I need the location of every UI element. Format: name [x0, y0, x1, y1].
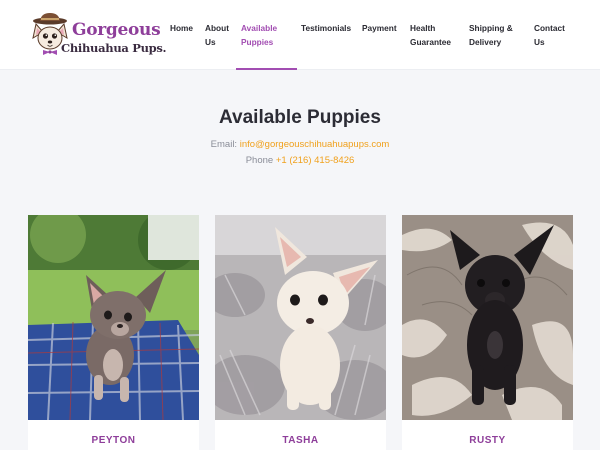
- puppy-photo-peyton[interactable]: [28, 215, 199, 420]
- phone-line: Phone +1 (216) 415-8426: [0, 155, 600, 166]
- puppy-photo-tasha[interactable]: [215, 215, 386, 420]
- nav-shipping-label-line2: Delivery: [469, 37, 502, 47]
- nav-about-us[interactable]: About Us: [205, 21, 229, 49]
- nav-contact-us[interactable]: Contact Us: [534, 21, 565, 49]
- nav-about-label-line2: Us: [205, 37, 216, 47]
- nav-home[interactable]: Home: [170, 21, 193, 35]
- nav-health-guarantee[interactable]: Health Guarantee: [410, 21, 451, 49]
- nav-contact-label-line1: Contact: [534, 23, 565, 33]
- nav-available-label-line1: Available: [241, 23, 278, 33]
- nav-available-puppies[interactable]: Available Puppies: [241, 21, 277, 49]
- nav-health-label-line2: Guarantee: [410, 37, 452, 47]
- puppy-name[interactable]: PEYTON: [28, 435, 199, 446]
- phone-link[interactable]: +1 (216) 415-8426: [276, 155, 354, 166]
- nav-shipping-delivery[interactable]: Shipping & Delivery: [469, 21, 513, 49]
- puppy-name[interactable]: RUSTY: [402, 435, 573, 446]
- nav-contact-label-line2: Us: [534, 37, 545, 47]
- nav-health-label-line1: Health: [410, 23, 436, 33]
- phone-label: Phone: [245, 155, 276, 166]
- nav-testimonials-label: Testimonials: [301, 23, 352, 33]
- nav-about-label-line1: About: [205, 23, 229, 33]
- nav-available-label-line2: Puppies: [241, 37, 274, 47]
- puppy-name[interactable]: TASHA: [215, 435, 386, 446]
- nav-shipping-label-line1: Shipping &: [469, 23, 513, 33]
- nav-home-label: Home: [170, 23, 194, 33]
- puppy-card-tasha[interactable]: TASHA: [215, 215, 386, 450]
- puppy-card-rusty[interactable]: RUSTY: [402, 215, 573, 450]
- site-header: Gorgeous Chihuahua Pups. Home About Us A…: [0, 0, 600, 70]
- email-line: Email: info@gorgeouschihuahuapups.com: [0, 139, 600, 150]
- email-label: Email:: [210, 139, 240, 150]
- nav-payment-label: Payment: [362, 23, 397, 33]
- page-title: Available Puppies: [219, 107, 381, 128]
- email-link[interactable]: info@gorgeouschihuahuapups.com: [240, 139, 390, 150]
- nav-testimonials[interactable]: Testimonials: [301, 21, 351, 35]
- active-nav-indicator: [236, 68, 297, 70]
- main-nav: Home About Us Available Puppies Testimon…: [0, 0, 600, 70]
- puppy-photo-rusty[interactable]: [402, 215, 573, 420]
- nav-payment[interactable]: Payment: [362, 21, 397, 35]
- puppy-card-peyton[interactable]: PEYTON: [28, 215, 199, 450]
